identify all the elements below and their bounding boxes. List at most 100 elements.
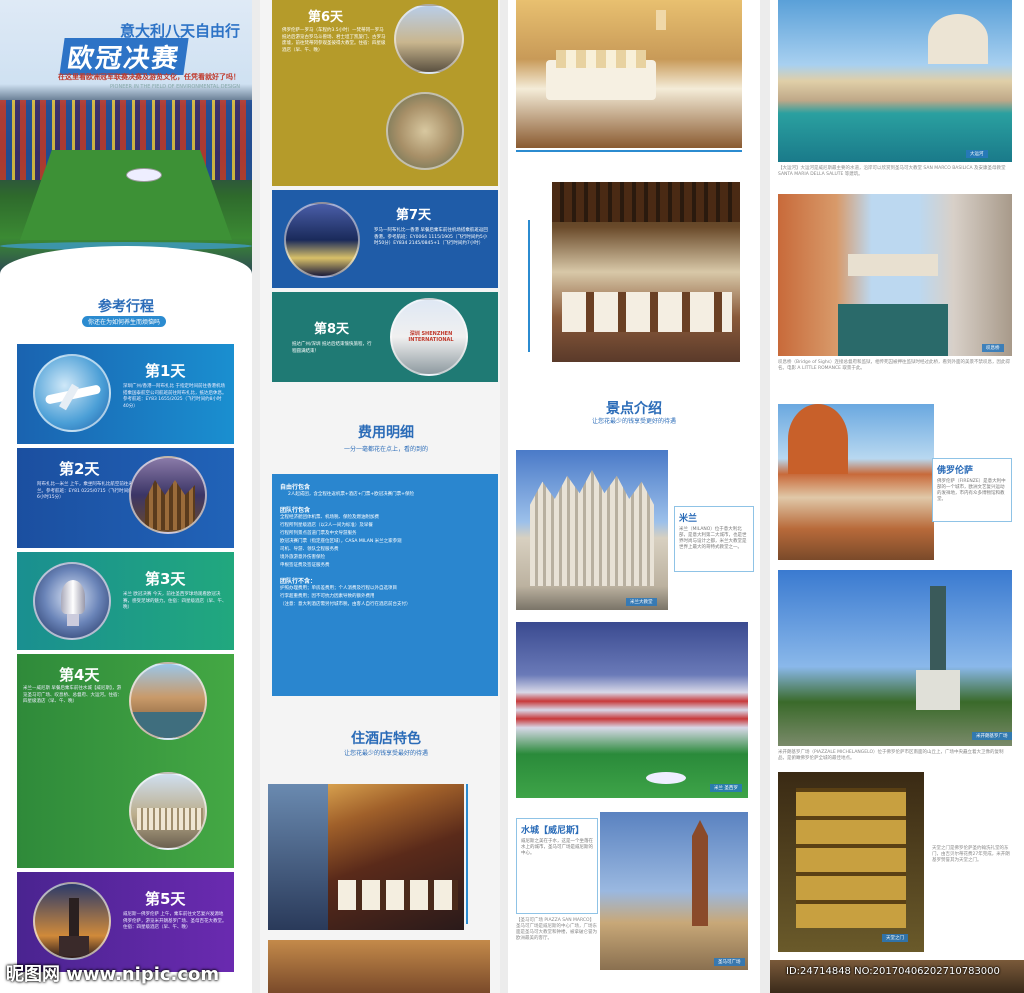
fees-line: 2人起成团，含全程往返机票+酒店+门票+欧冠决赛门票+保险 [288, 492, 414, 497]
day-7-text: 罗马—阿布扎比—香港 早餐后乘车前往机场搭乘航班返回香港。参考航班：EY0064… [374, 228, 488, 246]
florence-statue-image [33, 882, 111, 960]
michelangelo-tag: 米开朗基罗广场 [972, 732, 1012, 740]
fees-content: 自由行包含 2人起成团，含全程往返机票+酒店+门票+欧冠决赛门票+保险 团队行包… [272, 474, 498, 615]
hero-stadium-image: 意大利八天自由行 欧冠决赛 在这里看欧洲冠军联赛决赛及游览文化，任凭看就好了吗！… [0, 0, 252, 286]
itinerary-subtitle: 你还在为如何养生而烦恼吗 [82, 316, 167, 327]
milan-cathedral-photo [516, 450, 668, 610]
hero-subtitle: 在这里看欧洲冠军联赛决赛及游览文化，任凭看就好了吗！ [58, 73, 240, 81]
st-marks-square-photo [600, 812, 748, 970]
day-2-card: 第2天 阿布扎比—米兰 上午，乘坐阿布扎比航空前往米兰。参考航班：EY81 02… [17, 448, 234, 548]
day-4-card: 第4天 米兰—威尼斯 早餐后乘车前往水城【威尼斯】，游览圣马可广场、叹息桥、总督… [17, 654, 234, 868]
fees-section-head: 自由行包含 [280, 484, 311, 491]
stadium-tag: 米兰 圣西罗 [710, 784, 742, 792]
column-3-poster: 景点介绍 让您花最少的钱享受更好的待遇 米兰大教堂 米兰 米兰（MILANO）位… [508, 0, 760, 993]
day-2-text: 阿布扎比—米兰 上午，乘坐阿布扎比航空前往米兰。参考航班：EY81 0225/0… [37, 482, 133, 500]
shenzhen-sign-image: 深圳 SHENZHEN INTERNATIONAL [390, 298, 468, 376]
roman-forum-image [394, 4, 464, 74]
doges-palace-image [129, 772, 207, 850]
id-watermark: ID:24714848 NO:20170406202710783000 [786, 966, 1000, 977]
trophy-image [33, 562, 111, 640]
football-pitch [20, 150, 232, 240]
milan-name: 米兰 [679, 514, 698, 524]
hong-kong-skyline-image [284, 202, 360, 278]
day-6-label: 第6天 [308, 10, 344, 25]
day-6-card: 第6天 佛罗伦萨—罗马（车程约3.5小时）—梵蒂冈—罗马 抵达后游览古罗马斗兽场… [272, 0, 498, 186]
champions-league-logo [126, 168, 162, 182]
gate-caption: 天堂之门是佛罗伦萨圣约翰洗礼堂的东门，由吉贝尔蒂花费27年完成，米开朗基罗赞誉其… [932, 846, 1010, 863]
day-5-label: 第5天 [145, 890, 186, 908]
decor-line [466, 784, 468, 924]
michelangelo-caption: 米开朗基罗广场（PIAZZALE MICHELANGELO）位于佛罗伦萨市区南面… [778, 750, 1004, 761]
decor-line [516, 150, 742, 152]
spots-subtitle: 让您花最少的钱享受更好的待遇 [591, 418, 676, 425]
decor-line [528, 220, 530, 352]
day-7-card: 第7天 罗马—阿布扎比—香港 早餐后乘车前往机场搭乘航班返回香港。参考航班：EY… [272, 190, 498, 288]
fees-line: 欧冠决赛门票（指定座位区域），CASA MILAN 米兰之家参观 [280, 539, 402, 544]
hotel-title: 住酒店特色 [351, 731, 421, 747]
fees-line: 申根签证费及签证服务费 [280, 563, 330, 568]
fees-line: 司机、导游、领队全程服务费 [280, 547, 339, 552]
bridge-of-sighs-photo [778, 194, 1012, 356]
st-marks-caption: 【圣马可广场 PIAZZA SAN MARCO】圣马可广场是威尼斯的中心广场，广… [516, 918, 597, 941]
fees-line: 全程经济舱团体机票、机场税、保险及燃油附加费 [280, 515, 379, 520]
fees-title: 费用明细 [358, 425, 414, 441]
hotel-room-image [516, 0, 742, 148]
florence-name: 佛罗伦萨 [937, 466, 974, 476]
day-2-label: 第2天 [59, 460, 100, 478]
venice-name: 水城【威尼斯】 [521, 826, 585, 836]
day-7-label: 第7天 [396, 208, 432, 223]
column-1-poster: 意大利八天自由行 欧冠决赛 在这里看欧洲冠军联赛决赛及游览文化，任凭看就好了吗！… [0, 0, 252, 993]
airplane-image [33, 354, 111, 432]
day-4-text: 米兰—威尼斯 早餐后乘车前往水城【威尼斯】，游览圣马可广场、叹息桥、总督府、大运… [23, 686, 122, 704]
itinerary-title: 参考行程 [98, 299, 154, 315]
gates-of-paradise-photo [778, 772, 924, 952]
day-3-label: 第3天 [145, 570, 186, 588]
day-8-label: 第8天 [314, 322, 350, 337]
venice-label-box: 水城【威尼斯】 威尼斯之美在于水，这是一个坐落在水上的城市，圣马可广场是威尼斯的… [516, 818, 598, 914]
venice-text: 威尼斯之美在于水，这是一个坐落在水上的城市，圣马可广场是威尼斯的中心。 [521, 839, 593, 856]
day-3-card: 第3天 米兰 欧冠决赛 今天，前往圣西罗球场观看欧冠决赛，感受足球的魅力。住宿：… [17, 552, 234, 650]
fees-line: 境外旅游意外伤害保险 [280, 555, 325, 560]
grand-canal-photo [778, 0, 1012, 162]
florence-text: 佛罗伦萨（FIRENZE）是意大利中部的一个城市，欧洲文艺复兴运动的发祥地，市内… [937, 479, 1006, 502]
bridge-of-sighs-caption: 叹息桥（Bridge of Sighs）连接总督府和监狱，相传死囚被押往监狱时经… [778, 360, 1011, 371]
shenzhen-sign-text: 深圳 SHENZHEN INTERNATIONAL [408, 331, 454, 343]
florence-label-box: 佛罗伦萨 佛罗伦萨（FIRENZE）是意大利中部的一个城市，欧洲文艺复兴运动的发… [932, 458, 1012, 522]
day-1-text: 深圳广州/香港—阿布扎比 于指定时间前往香港机场搭乘国泰航空公司航班前往阿布扎比… [123, 384, 227, 409]
hotel-restaurant-image [268, 784, 464, 930]
florence-cathedral-photo [778, 404, 934, 560]
fees-line: （注意：意大利酒店需另付城市税，由客人自行在酒店前台支付） [280, 602, 411, 607]
day-8-card: 第8天 抵达广州/深圳 抵达后结束愉快旅程，行程圆满结束！ 深圳 SHENZHE… [272, 292, 498, 382]
gate-tag: 天堂之门 [882, 934, 908, 942]
milan-label-box: 米兰 米兰（MILANO）位于意大利北部，是意大利第二大城市，也是世界时尚与设计… [674, 506, 754, 572]
day-6-text: 佛罗伦萨—罗马（车程约3.5小时）—梵蒂冈—罗马 抵达后游览古罗马斗兽场、君士坦… [282, 28, 386, 53]
day-1-card: 第1天 深圳广州/香港—阿布扎比 于指定时间前往香港机场搭乘国泰航空公司航班前往… [17, 344, 234, 444]
site-watermark: 昵图网 www.nipic.com [6, 964, 220, 985]
hotel-subtitle: 让您花最少的钱享受最好的待遇 [343, 750, 428, 757]
spots-title: 景点介绍 [606, 401, 662, 417]
day-1-label: 第1天 [145, 362, 186, 380]
day-5-text: 威尼斯—佛罗伦萨 上午，乘车前往文艺复兴发源地佛罗伦萨，游览米开朗基罗广场、圣母… [123, 912, 227, 930]
san-siro-stadium-photo [516, 622, 748, 798]
grand-canal-tag: 大运河 [966, 150, 988, 158]
venice-canal-image [129, 662, 207, 740]
column-4-poster: 大运河 【大运河】大运河是威尼斯最主要的水道，沿岸可以欣赏到圣马可大教堂 SAN… [770, 0, 1024, 993]
hotel-dining-image [552, 182, 740, 362]
hero-big-title: 欧冠决赛 [59, 38, 189, 75]
fees-section-head: 团队行不含： [280, 578, 317, 585]
day-5-card: 第5天 威尼斯—佛罗伦萨 上午，乘车前往文艺复兴发源地佛罗伦萨，游览米开朗基罗广… [17, 872, 234, 972]
hero-en-text: PIONEER IN THE FIELD OF ENVIRONMENTAL DE… [110, 84, 240, 90]
fees-section-head: 团队行包含 [280, 507, 311, 514]
bridge-of-sighs-tag: 叹息桥 [982, 344, 1004, 352]
day-3-text: 米兰 欧冠决赛 今天，前往圣西罗球场观看欧冠决赛，感受足球的魅力。住宿：四星级酒… [123, 592, 227, 610]
fees-line: 行李超重费用；因不可抗力因素导致的额外费用 [280, 594, 375, 599]
vatican-square-image [386, 92, 464, 170]
milan-text: 米兰（MILANO）位于意大利北部，是意大利第二大城市，也是世界时尚与设计之都，… [679, 527, 747, 550]
milan-cathedral-image [129, 456, 207, 534]
hotel-lobby-image [268, 940, 490, 993]
day-4-label: 第4天 [59, 666, 100, 684]
fees-box: 自由行包含 2人起成团，含全程往返机票+酒店+门票+欧冠决赛门票+保险 团队行包… [272, 474, 498, 696]
fees-line: 行程所列景点首道门票及中文导游服务 [280, 531, 357, 536]
st-marks-tag: 圣马可广场 [714, 958, 745, 966]
day-8-text: 抵达广州/深圳 抵达后结束愉快旅程，行程圆满结束！ [292, 342, 372, 354]
